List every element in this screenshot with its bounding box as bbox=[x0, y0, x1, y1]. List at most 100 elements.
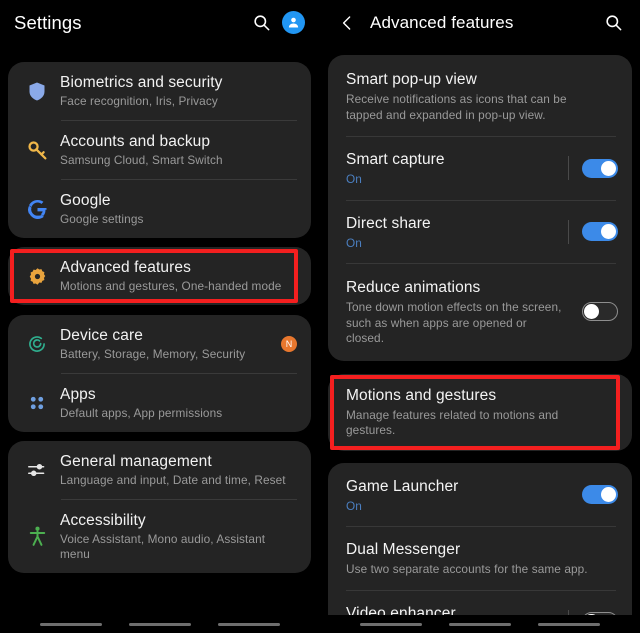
sidebar-item-text: Biometrics and security Face recognition… bbox=[54, 73, 297, 109]
sidebar-item-subtitle: Default apps, App permissions bbox=[60, 406, 223, 420]
list-item-subtitle: Manage features related to motions and g… bbox=[346, 407, 559, 438]
list-item-smart-popup-view[interactable]: Smart pop-up view Receive notifications … bbox=[328, 55, 632, 136]
switch-container bbox=[556, 156, 618, 181]
sidebar-item-subtitle: Language and input, Date and time, Reset bbox=[60, 473, 286, 487]
sidebar-item-subtitle: Samsung Cloud, Smart Switch bbox=[60, 153, 223, 167]
sidebar-item-subtitle: Google settings bbox=[60, 212, 144, 226]
dual-screenshot-container: Settings Biometrics and security Face re… bbox=[0, 0, 640, 633]
sidebar-item-google[interactable]: Google Google settings bbox=[8, 180, 311, 238]
list-item-subtitle: Receive notifications as icons that can … bbox=[346, 92, 567, 122]
list-item-status: On bbox=[346, 498, 362, 513]
sidebar-item-text: Google Google settings bbox=[54, 191, 297, 227]
toggle-knob bbox=[601, 487, 616, 503]
toggle-reduce-animations[interactable] bbox=[582, 302, 618, 322]
advanced-features-list[interactable]: Smart pop-up view Receive notifications … bbox=[320, 41, 640, 633]
sidebar-item-apps[interactable]: Apps Default apps, App permissions bbox=[8, 374, 311, 432]
avatar[interactable] bbox=[282, 11, 305, 34]
page-title: Settings bbox=[14, 11, 82, 33]
status-badge: N bbox=[281, 336, 297, 352]
switch-separator bbox=[568, 156, 569, 181]
list-item-title: Direct share bbox=[346, 214, 431, 232]
switch-separator bbox=[568, 219, 569, 244]
sidebar-item-title: Advanced features bbox=[60, 259, 191, 276]
list-item-subtitle: Use two separate accounts for the same a… bbox=[346, 562, 588, 576]
settings-list[interactable]: Biometrics and security Face recognition… bbox=[0, 45, 319, 633]
sidebar-item-title: Accounts and backup bbox=[60, 133, 211, 150]
sidebar-item-biometrics[interactable]: Biometrics and security Face recognition… bbox=[8, 62, 311, 120]
list-item-title: Game Launcher bbox=[346, 477, 459, 495]
list-item-reduce-animations[interactable]: Reduce animations Tone down motion effec… bbox=[328, 264, 632, 361]
back-chevron-icon[interactable] bbox=[334, 10, 360, 36]
list-item-text: Reduce animations Tone down motion effec… bbox=[346, 277, 570, 347]
list-item-text: Dual Messenger Use two separate accounts… bbox=[346, 539, 618, 578]
features-group-3: Game Launcher On Dual Messenger Use two … bbox=[328, 462, 632, 633]
sidebar-item-title: Device care bbox=[60, 327, 143, 344]
settings-top-bar: Settings bbox=[0, 0, 319, 45]
list-item-text: Game Launcher On bbox=[346, 476, 570, 515]
list-item-text: Direct share On bbox=[346, 213, 556, 252]
sidebar-item-accounts[interactable]: Accounts and backup Samsung Cloud, Smart… bbox=[8, 121, 311, 179]
sidebar-item-device-care[interactable]: Device care Battery, Storage, Memory, Se… bbox=[8, 315, 311, 373]
back-pill[interactable] bbox=[217, 622, 280, 626]
home-pill[interactable] bbox=[448, 622, 511, 626]
settings-group-2: Advanced features Motions and gestures, … bbox=[8, 247, 311, 305]
sidebar-item-subtitle: Battery, Storage, Memory, Security bbox=[60, 347, 246, 361]
list-item-text: Motions and gestures Manage features rel… bbox=[346, 385, 618, 439]
list-item-smart-capture[interactable]: Smart capture On bbox=[328, 137, 632, 200]
list-item-direct-share[interactable]: Direct share On bbox=[328, 201, 632, 264]
list-item-game-launcher[interactable]: Game Launcher On bbox=[328, 463, 632, 527]
switch-container bbox=[570, 302, 618, 322]
sidebar-item-title: Accessibility bbox=[60, 512, 146, 529]
list-item-status: On bbox=[346, 235, 362, 250]
device-care-icon bbox=[20, 334, 54, 354]
toggle-knob bbox=[601, 224, 616, 240]
recents-pill[interactable] bbox=[39, 622, 102, 626]
settings-group-1: Biometrics and security Face recognition… bbox=[8, 62, 311, 238]
sidebar-item-general-management[interactable]: General management Language and input, D… bbox=[8, 441, 311, 499]
sliders-icon bbox=[20, 461, 54, 479]
search-icon[interactable] bbox=[248, 10, 274, 36]
switch-container bbox=[556, 219, 618, 244]
list-item-title: Motions and gestures bbox=[346, 386, 497, 404]
sidebar-item-subtitle: Motions and gestures, One-handed mode bbox=[60, 279, 282, 293]
features-group-2: Motions and gestures Manage features rel… bbox=[328, 373, 632, 451]
toggle-smart-capture[interactable] bbox=[582, 158, 618, 178]
list-item-title: Reduce animations bbox=[346, 279, 481, 296]
features-group-1: Smart pop-up view Receive notifications … bbox=[328, 55, 632, 361]
google-g-icon bbox=[20, 199, 54, 219]
list-item-motions-and-gestures[interactable]: Motions and gestures Manage features rel… bbox=[328, 374, 632, 451]
sidebar-item-text: Device care Battery, Storage, Memory, Se… bbox=[54, 326, 275, 362]
recents-pill[interactable] bbox=[359, 622, 422, 626]
sidebar-item-advanced-features[interactable]: Advanced features Motions and gestures, … bbox=[8, 247, 311, 305]
search-icon[interactable] bbox=[600, 10, 626, 36]
sidebar-item-text: Accounts and backup Samsung Cloud, Smart… bbox=[54, 132, 297, 168]
list-item-text: Smart capture On bbox=[346, 149, 556, 188]
shield-icon bbox=[20, 81, 54, 102]
list-item-title: Smart pop-up view bbox=[346, 71, 477, 88]
sidebar-item-title: General management bbox=[60, 453, 212, 470]
sidebar-item-title: Google bbox=[60, 192, 111, 209]
key-icon bbox=[20, 140, 54, 161]
advanced-features-screen: Advanced features Smart pop-up view Rece… bbox=[320, 0, 640, 633]
sidebar-item-text: Accessibility Voice Assistant, Mono audi… bbox=[54, 511, 297, 562]
toggle-direct-share[interactable] bbox=[582, 222, 618, 242]
apps-grid-icon bbox=[20, 394, 54, 412]
sidebar-item-title: Biometrics and security bbox=[60, 74, 223, 91]
home-pill[interactable] bbox=[128, 622, 191, 626]
sidebar-item-subtitle: Voice Assistant, Mono audio, Assistant m… bbox=[60, 532, 266, 561]
toggle-game-launcher[interactable] bbox=[582, 485, 618, 505]
list-item-subtitle: Tone down motion effects on the screen, … bbox=[346, 300, 562, 345]
list-item-dual-messenger[interactable]: Dual Messenger Use two separate accounts… bbox=[328, 527, 632, 590]
gear-flower-icon bbox=[20, 267, 54, 286]
sidebar-item-accessibility[interactable]: Accessibility Voice Assistant, Mono audi… bbox=[8, 500, 311, 573]
system-nav-bar bbox=[320, 615, 640, 633]
switch-container bbox=[570, 485, 618, 505]
advanced-features-top-bar: Advanced features bbox=[320, 0, 640, 45]
back-pill[interactable] bbox=[538, 622, 601, 626]
sidebar-item-text: Apps Default apps, App permissions bbox=[54, 385, 297, 421]
settings-group-3: Device care Battery, Storage, Memory, Se… bbox=[8, 315, 311, 432]
system-nav-bar bbox=[0, 615, 319, 633]
sidebar-item-subtitle: Face recognition, Iris, Privacy bbox=[60, 94, 218, 108]
list-item-title: Dual Messenger bbox=[346, 541, 461, 558]
toggle-knob bbox=[584, 304, 599, 320]
